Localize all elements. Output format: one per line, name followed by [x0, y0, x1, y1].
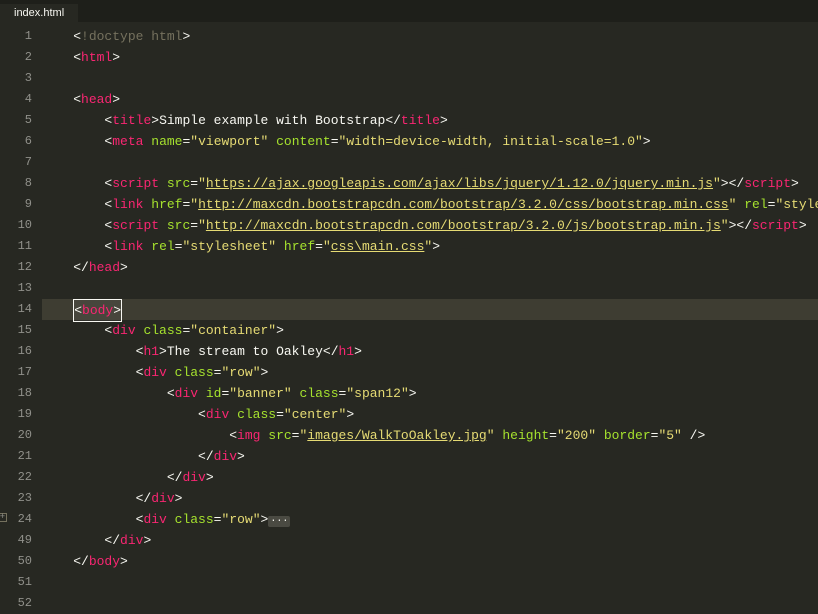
line-number: 15	[0, 320, 32, 341]
line-number: 11	[0, 236, 32, 257]
code-line[interactable]: </div>	[42, 467, 818, 488]
code-line[interactable]	[42, 278, 818, 299]
line-number: 6	[0, 131, 32, 152]
code-line[interactable]: <body>	[42, 299, 818, 320]
line-number: 13	[0, 278, 32, 299]
code-line[interactable]: </head>	[42, 257, 818, 278]
code-line[interactable]: <head>	[42, 89, 818, 110]
line-number: 49	[0, 530, 32, 551]
code-area[interactable]: <!doctype html> <html> <head> <title>Sim…	[42, 22, 818, 570]
line-number: 24+	[0, 509, 32, 530]
line-number-gutter: 123456789101112131415161718192021222324+…	[0, 22, 42, 570]
code-line[interactable]: <script src="https://ajax.googleapis.com…	[42, 173, 818, 194]
line-number: 2	[0, 47, 32, 68]
code-line[interactable]	[42, 68, 818, 89]
line-number: 16	[0, 341, 32, 362]
code-line[interactable]: <link href="http://maxcdn.bootstrapcdn.c…	[42, 194, 818, 215]
code-line[interactable]: <title>Simple example with Bootstrap</ti…	[42, 110, 818, 131]
line-number: 10	[0, 215, 32, 236]
line-number: 21	[0, 446, 32, 467]
code-line[interactable]: <img src="images/WalkToOakley.jpg" heigh…	[42, 425, 818, 446]
line-number: 8	[0, 173, 32, 194]
code-line[interactable]: <div id="banner" class="span12">	[42, 383, 818, 404]
line-number: 52	[0, 593, 32, 614]
line-number: 9	[0, 194, 32, 215]
code-line[interactable]: </div>	[42, 530, 818, 551]
code-line[interactable]: <div class="center">	[42, 404, 818, 425]
code-line[interactable]: <!doctype html>	[42, 26, 818, 47]
code-line[interactable]: <div class="row">	[42, 362, 818, 383]
line-number: 1	[0, 26, 32, 47]
line-number: 17	[0, 362, 32, 383]
line-number: 12	[0, 257, 32, 278]
code-line[interactable]: <script src="http://maxcdn.bootstrapcdn.…	[42, 215, 818, 236]
editor: 123456789101112131415161718192021222324+…	[0, 22, 818, 570]
code-line[interactable]: <h1>The stream to Oakley</h1>	[42, 341, 818, 362]
line-number: 4	[0, 89, 32, 110]
line-number: 5	[0, 110, 32, 131]
line-number: 14	[0, 299, 32, 320]
code-line[interactable]: <div class="row">···	[42, 509, 818, 530]
line-number: 51	[0, 572, 32, 593]
line-number: 7	[0, 152, 32, 173]
code-line[interactable]: <html>	[42, 47, 818, 68]
line-number: 19	[0, 404, 32, 425]
line-number: 20	[0, 425, 32, 446]
code-line[interactable]: <link rel="stylesheet" href="css\main.cs…	[42, 236, 818, 257]
code-line[interactable]: <meta name="viewport" content="width=dev…	[42, 131, 818, 152]
line-number: 50	[0, 551, 32, 572]
code-line[interactable]: <div class="container">	[42, 320, 818, 341]
line-number: 18	[0, 383, 32, 404]
tab-bar: index.html	[0, 0, 818, 22]
code-line[interactable]: </div>	[42, 488, 818, 509]
tab-index-html[interactable]: index.html	[0, 4, 78, 22]
code-line[interactable]: </div>	[42, 446, 818, 467]
line-number: 22	[0, 467, 32, 488]
code-line[interactable]	[42, 152, 818, 173]
code-line[interactable]: </body>	[42, 551, 818, 570]
line-number: 3	[0, 68, 32, 89]
line-number: 23	[0, 488, 32, 509]
fold-expand-icon[interactable]: +	[0, 513, 7, 522]
